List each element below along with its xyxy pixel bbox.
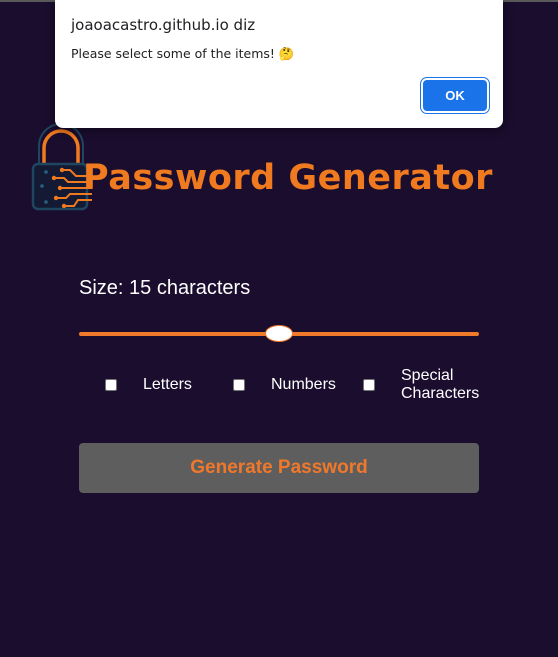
size-label: Size: 15 characters — [79, 277, 251, 299]
app-logo: Password Generator — [30, 124, 530, 216]
logo-title: Password Generator — [83, 158, 493, 198]
letters-checkbox[interactable] — [105, 379, 117, 391]
alert-dialog: joaoacastro.github.io diz Please select … — [55, 0, 503, 128]
special-characters-checkbox[interactable] — [363, 379, 375, 391]
size-slider[interactable] — [79, 322, 479, 346]
special-characters-label: Special Characters — [401, 367, 479, 403]
letters-label: Letters — [143, 376, 192, 393]
special-label-line1: Special — [401, 367, 454, 384]
alert-origin-text: joaoacastro.github.io diz — [71, 16, 256, 34]
numbers-checkbox[interactable] — [233, 379, 245, 391]
generate-password-button[interactable]: Generate Password — [79, 443, 479, 493]
alert-ok-button[interactable]: OK — [423, 80, 487, 111]
special-label-line2: Characters — [401, 385, 480, 402]
numbers-label: Numbers — [271, 376, 336, 393]
slider-thumb[interactable] — [265, 325, 293, 342]
alert-message-text: Please select some of the items! 🤔 — [71, 46, 295, 61]
